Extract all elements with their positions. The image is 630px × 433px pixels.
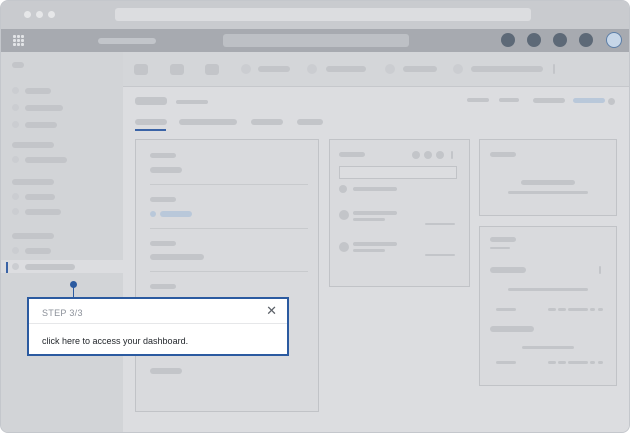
tab[interactable]: [297, 119, 323, 125]
toolbar: [123, 52, 629, 87]
sidebar-item-icon: [12, 156, 19, 163]
toolbar-button[interactable]: [471, 66, 543, 72]
summary-card: [479, 139, 617, 216]
toolbar-icon: [453, 64, 463, 74]
sidebar-item-icon: [12, 193, 19, 200]
sidebar-item[interactable]: [25, 88, 51, 94]
properties-card: [479, 226, 617, 386]
close-icon[interactable]: ✕: [266, 304, 277, 318]
browser-window: [0, 0, 630, 433]
sidebar-section-title: [12, 179, 54, 185]
settings-icon[interactable]: [553, 33, 567, 47]
toolbar-button[interactable]: [170, 64, 184, 75]
toolbar-icon: [241, 64, 251, 74]
info-icon[interactable]: [608, 98, 615, 105]
stat-label: [533, 98, 565, 103]
app-name: [98, 38, 156, 44]
sidebar-section-title: [12, 142, 54, 148]
apps-icon[interactable]: [579, 33, 593, 47]
sidebar-item[interactable]: [25, 248, 51, 254]
step-indicator: STEP 3/3: [42, 308, 83, 318]
tab-underline: [135, 129, 166, 131]
title-bar: [1, 1, 629, 29]
global-search-input[interactable]: [223, 34, 409, 47]
more-icon[interactable]: [553, 64, 555, 74]
tooltip-header: STEP 3/3 ✕: [29, 299, 287, 324]
sidebar-item-icon: [12, 104, 19, 111]
toolbar-icon: [385, 64, 395, 74]
sidebar-item[interactable]: [25, 194, 55, 200]
sidebar-item[interactable]: [25, 157, 67, 163]
sidebar-item-icon: [12, 121, 19, 128]
toolbar-button[interactable]: [326, 66, 366, 72]
activity-card: [329, 139, 470, 287]
window-control-minimize[interactable]: [36, 11, 43, 18]
tab[interactable]: [179, 119, 237, 125]
menu-icon[interactable]: [12, 62, 24, 68]
details-card: [135, 139, 319, 412]
sidebar-item[interactable]: [25, 122, 57, 128]
dashboard-icon: [12, 263, 19, 270]
toolbar-icon: [307, 64, 317, 74]
toolbar-button[interactable]: [205, 64, 219, 75]
grid-icon[interactable]: [13, 35, 24, 46]
comment-input[interactable]: [339, 166, 457, 179]
page-title: [135, 97, 167, 105]
stat-label: [499, 98, 519, 102]
sidebar-section-title: [12, 233, 54, 239]
onboarding-tooltip: STEP 3/3 ✕ click here to access your das…: [27, 297, 289, 356]
sidebar: [1, 52, 123, 432]
window-control-close[interactable]: [24, 11, 31, 18]
tab-active[interactable]: [135, 119, 167, 125]
sidebar-item-icon: [12, 208, 19, 215]
help-icon[interactable]: [501, 33, 515, 47]
active-indicator: [6, 262, 8, 273]
sidebar-item[interactable]: [25, 209, 61, 215]
stat-label: [467, 98, 489, 102]
window-control-maximize[interactable]: [48, 11, 55, 18]
sidebar-item-label: [25, 264, 75, 270]
tooltip-connector: [73, 286, 74, 297]
toolbar-button[interactable]: [258, 66, 290, 72]
status-badge: [573, 98, 605, 103]
sidebar-item[interactable]: [25, 105, 63, 111]
tab[interactable]: [251, 119, 283, 125]
toolbar-button[interactable]: [403, 66, 437, 72]
breadcrumb: [176, 100, 208, 104]
tooltip-message: click here to access your dashboard.: [42, 336, 189, 346]
avatar[interactable]: [606, 32, 622, 48]
sidebar-item-icon: [12, 247, 19, 254]
sidebar-item-icon: [12, 87, 19, 94]
toolbar-button[interactable]: [134, 64, 148, 75]
notification-icon[interactable]: [527, 33, 541, 47]
address-bar[interactable]: [115, 8, 531, 21]
